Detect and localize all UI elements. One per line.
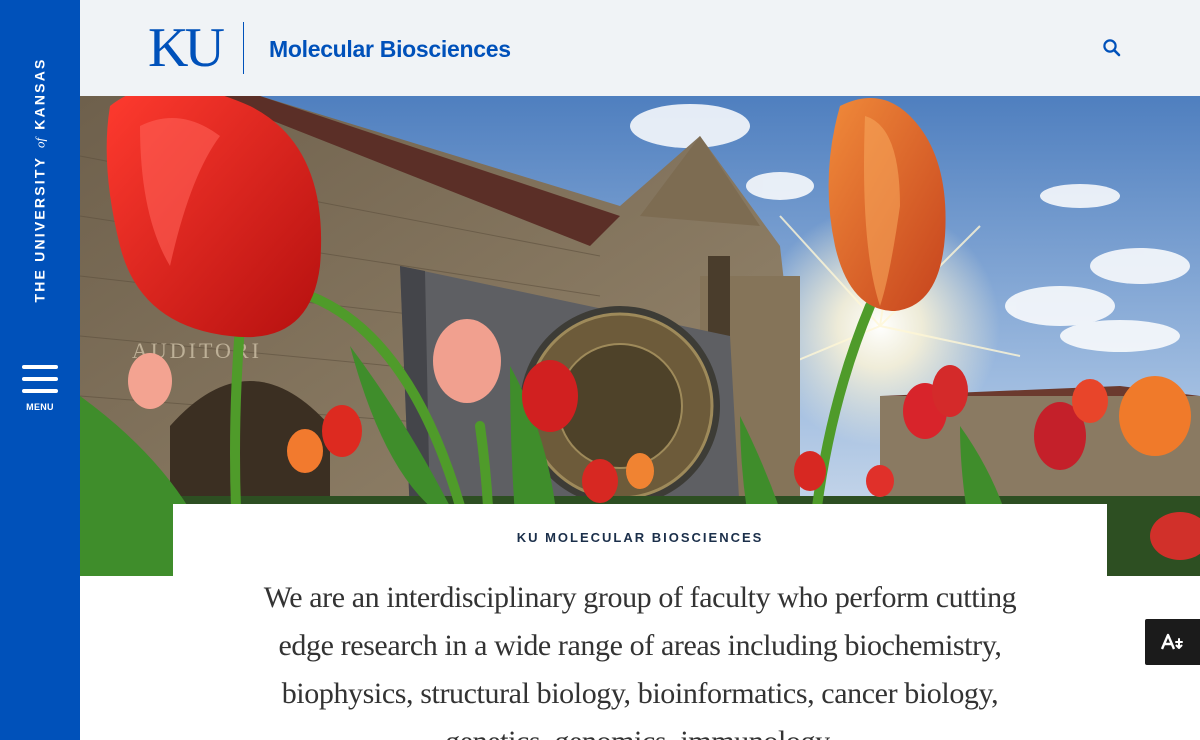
site-header: KU Molecular Biosciences: [80, 0, 1200, 96]
logo-divider: [243, 22, 244, 74]
university-rail: THE UNIVERSITY of KANSAS MENU: [0, 0, 80, 740]
search-icon: [1103, 39, 1121, 57]
intro-card: KU MOLECULAR BIOSCIENCES We are an inter…: [173, 504, 1107, 740]
intro-eyebrow: KU MOLECULAR BIOSCIENCES: [516, 530, 764, 545]
menu-button[interactable]: MENU: [20, 362, 60, 418]
wordmark-post: KANSAS: [31, 57, 48, 130]
intro-lede: We are an interdisciplinary group of fac…: [263, 581, 1017, 740]
wordmark-pre: THE UNIVERSITY: [31, 156, 48, 303]
text-size-button[interactable]: [1145, 619, 1200, 665]
university-wordmark[interactable]: THE UNIVERSITY of KANSAS: [32, 57, 49, 302]
hamburger-icon: [22, 362, 58, 396]
ku-logo[interactable]: KU: [148, 20, 225, 76]
wordmark-of: of: [32, 137, 48, 148]
text-size-icon: [1160, 633, 1183, 650]
search-button[interactable]: [1102, 38, 1122, 58]
menu-label: MENU: [26, 402, 54, 412]
site-title[interactable]: Molecular Biosciences: [269, 36, 511, 63]
